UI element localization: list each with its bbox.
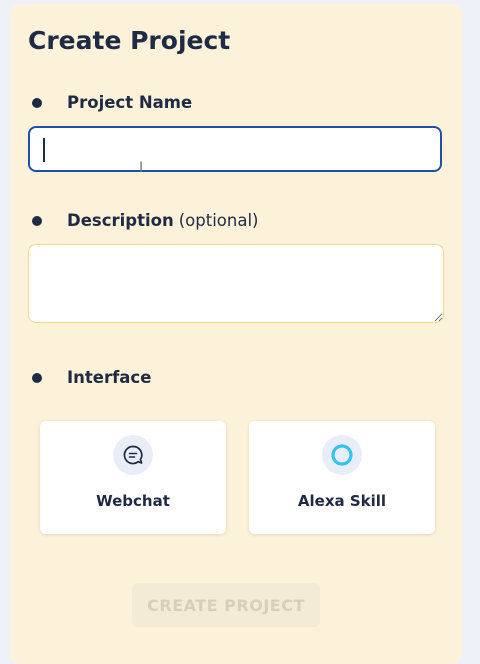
page-title: Create Project bbox=[28, 26, 231, 55]
project-name-label-row: Project Name bbox=[28, 93, 192, 112]
create-project-panel: Create Project Project Name I Descriptio… bbox=[10, 4, 462, 664]
alexa-skill-label: Alexa Skill bbox=[297, 492, 387, 510]
description-label-row: Description (optional) bbox=[28, 211, 258, 230]
ibeam-cursor-icon: I bbox=[139, 160, 144, 176]
project-name-input[interactable] bbox=[28, 126, 442, 172]
interface-label-row: Interface bbox=[28, 368, 151, 387]
project-name-label: Project Name bbox=[67, 93, 193, 112]
create-project-button[interactable]: CREATE PROJECT bbox=[132, 583, 320, 627]
bullet-icon bbox=[32, 97, 42, 108]
text-caret bbox=[43, 138, 45, 162]
interface-label: Interface bbox=[67, 368, 152, 387]
interface-option-webchat[interactable]: Webchat bbox=[40, 421, 226, 534]
alexa-ring-icon bbox=[322, 435, 362, 475]
description-label: Description bbox=[67, 211, 174, 230]
interface-option-alexa-skill[interactable]: Alexa Skill bbox=[249, 421, 435, 534]
bullet-icon bbox=[32, 215, 42, 226]
description-textarea[interactable] bbox=[28, 244, 444, 323]
bullet-icon bbox=[32, 372, 42, 383]
optional-hint: (optional) bbox=[178, 211, 259, 230]
webchat-label: Webchat bbox=[96, 492, 170, 510]
chat-bubble-icon bbox=[113, 435, 153, 475]
